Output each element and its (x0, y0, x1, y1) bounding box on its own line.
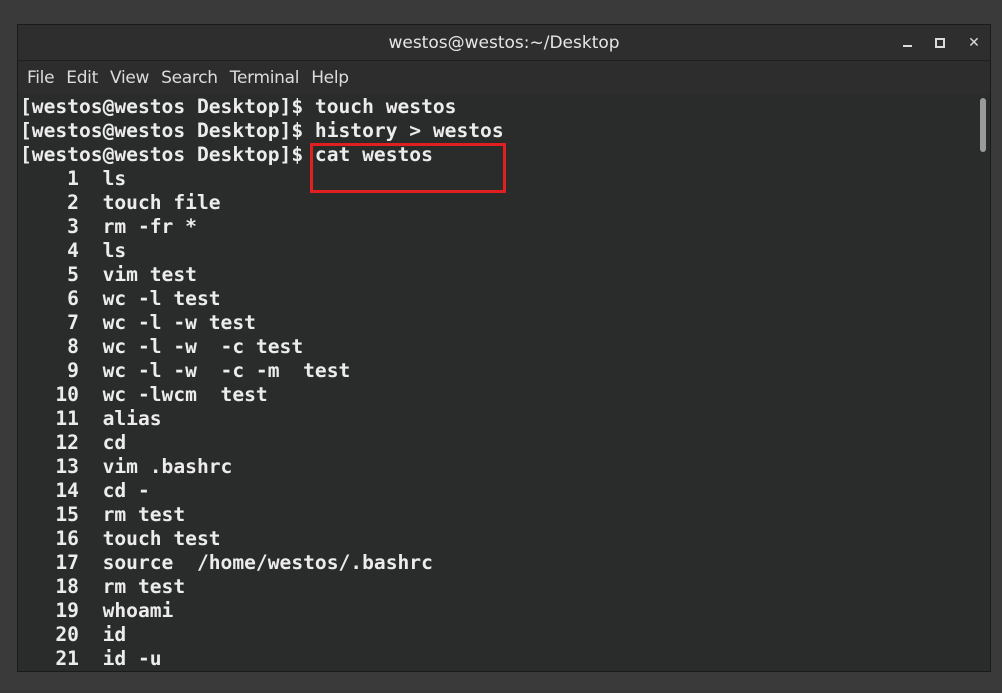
terminal-line: 3 rm -fr * (20, 215, 197, 238)
terminal-line: 16 touch test (20, 527, 221, 550)
terminal-line: 12 cd (20, 431, 127, 454)
highlight-annotation-box (310, 143, 506, 193)
menu-edit[interactable]: Edit (60, 68, 104, 88)
maximize-icon (935, 38, 945, 48)
vertical-scrollbar[interactable] (976, 94, 990, 671)
terminal-line: 7 wc -l -w test (20, 311, 256, 334)
title-bar[interactable]: westos@westos:~/Desktop ✕ (18, 25, 990, 61)
terminal-line: 9 wc -l -w -c -m test (20, 359, 351, 382)
menu-help[interactable]: Help (305, 68, 355, 88)
terminal-line: 11 alias (20, 407, 162, 430)
terminal-line: 20 id (20, 623, 127, 646)
terminal-output[interactable]: [westos@westos Desktop]$ touch westos [we… (18, 94, 978, 671)
terminal-window: westos@westos:~/Desktop ✕ File Edit View… (17, 24, 991, 672)
terminal-line: [westos@westos Desktop]$ history > westo… (20, 119, 504, 142)
menu-file[interactable]: File (21, 68, 60, 88)
terminal-line: 14 cd - (20, 479, 150, 502)
terminal-line: [westos@westos Desktop]$ touch westos (20, 95, 457, 118)
terminal-line: 18 rm test (20, 575, 186, 598)
terminal-line: 2 touch file (20, 191, 221, 214)
window-title: westos@westos:~/Desktop (388, 33, 620, 53)
menu-terminal[interactable]: Terminal (224, 68, 305, 88)
terminal-line: 19 whoami (20, 599, 174, 622)
terminal-line: 6 wc -l test (20, 287, 221, 310)
menu-search[interactable]: Search (155, 68, 224, 88)
terminal-line: 4 ls (20, 239, 127, 262)
terminal-line: 13 vim .bashrc (20, 455, 233, 478)
minimize-button[interactable] (897, 33, 917, 53)
menu-bar: File Edit View Search Terminal Help (18, 61, 990, 94)
close-button[interactable]: ✕ (964, 33, 984, 53)
close-icon: ✕ (968, 35, 980, 51)
maximize-button[interactable] (930, 33, 950, 53)
terminal-line: 10 wc -lwcm test (20, 383, 268, 406)
terminal-line: 5 vim test (20, 263, 197, 286)
terminal-line: 15 rm test (20, 503, 186, 526)
terminal-line: 8 wc -l -w -c test (20, 335, 304, 358)
terminal-line: 17 source /home/westos/.bashrc (20, 551, 433, 574)
minimize-icon (902, 45, 912, 47)
scrollbar-thumb[interactable] (980, 98, 986, 152)
menu-view[interactable]: View (104, 68, 155, 88)
terminal-line: 21 id -u (20, 647, 162, 670)
